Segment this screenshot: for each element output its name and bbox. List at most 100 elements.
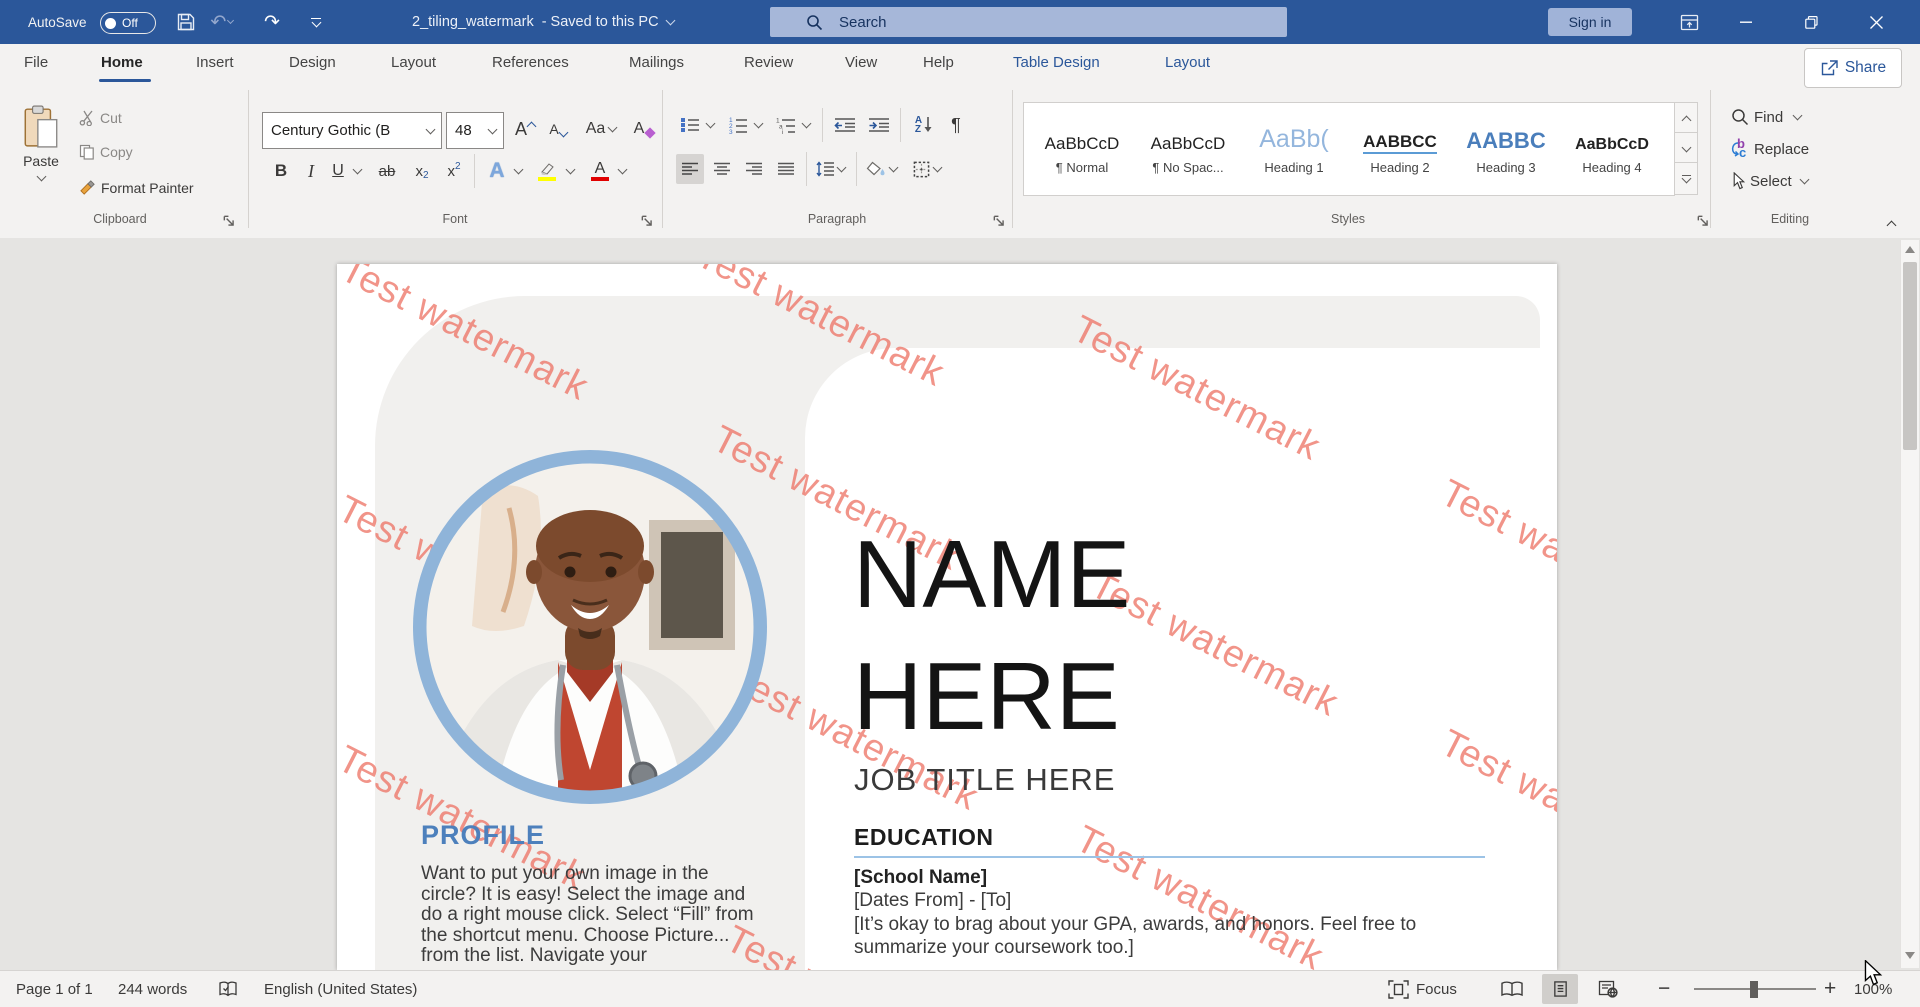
share-button[interactable]: Share [1804, 48, 1902, 88]
highlight-button[interactable] [532, 156, 562, 186]
web-layout-button[interactable] [1590, 974, 1626, 1004]
zoom-in-button[interactable]: + [1824, 971, 1836, 1007]
numbering-button[interactable]: 1 2 3 [724, 110, 752, 140]
tab-view[interactable]: View [845, 44, 877, 82]
change-case-button[interactable]: Aa [580, 114, 622, 144]
borders-button[interactable] [910, 154, 944, 184]
align-right-button[interactable] [740, 154, 768, 184]
tab-design[interactable]: Design [289, 44, 336, 82]
tab-file[interactable]: File [24, 44, 48, 82]
clear-formatting-button[interactable]: A [628, 114, 660, 144]
customize-quick-access-button[interactable] [300, 0, 332, 44]
font-dialog-launcher[interactable] [640, 214, 654, 228]
language-status[interactable]: English (United States) [264, 971, 417, 1007]
style-no-spacing[interactable]: AaBbCcD ¶ No Spac... [1138, 106, 1238, 188]
clipboard-dialog-launcher[interactable] [222, 214, 236, 228]
text-effects-dropdown[interactable] [512, 156, 525, 186]
numbering-dropdown[interactable] [752, 110, 765, 140]
scrollbar-thumb[interactable] [1903, 262, 1917, 450]
job-title[interactable]: JOB TITLE HERE [854, 762, 1116, 798]
multilevel-list-button[interactable]: 1 a i [772, 110, 800, 140]
sort-button[interactable]: AZ [908, 110, 940, 140]
tab-table-layout[interactable]: Layout [1165, 44, 1210, 82]
scroll-down-button[interactable] [1905, 952, 1915, 959]
format-painter-button[interactable]: Format Painter [76, 177, 197, 198]
decrease-indent-button[interactable] [830, 110, 860, 140]
text-effects-button[interactable]: A [482, 156, 512, 186]
tab-mailings[interactable]: Mailings [629, 44, 684, 82]
education-body[interactable]: [It’s okay to brag about your GPA, award… [854, 913, 1474, 959]
bold-button[interactable]: B [268, 156, 294, 186]
strikethrough-button[interactable]: ab [372, 156, 402, 186]
zoom-out-button[interactable]: − [1658, 971, 1670, 1007]
style-heading-3[interactable]: AABBC Heading 3 [1456, 106, 1556, 188]
underline-button[interactable]: U [326, 156, 350, 186]
undo-button[interactable]: ↶ [206, 0, 238, 44]
underline-dropdown[interactable] [350, 156, 364, 186]
page-number-status[interactable]: Page 1 of 1 [16, 971, 93, 1007]
replace-button[interactable]: b c Replace [1728, 138, 1812, 160]
zoom-slider-thumb[interactable] [1750, 981, 1758, 998]
highlight-dropdown[interactable] [564, 156, 577, 186]
bullets-dropdown[interactable] [704, 110, 717, 140]
select-button[interactable]: Select [1728, 170, 1811, 192]
tab-insert[interactable]: Insert [196, 44, 234, 82]
styles-gallery-expand-button[interactable] [1674, 162, 1698, 195]
line-spacing-button[interactable] [814, 154, 846, 184]
style-heading-2[interactable]: AABBCC Heading 2 [1350, 106, 1450, 188]
document-page[interactable]: Test watermark Test watermark Test water… [337, 264, 1557, 970]
justify-button[interactable] [772, 154, 800, 184]
collapse-ribbon-button[interactable] [1888, 216, 1895, 232]
restore-button[interactable] [1788, 0, 1834, 44]
school-name[interactable]: [School Name] [854, 867, 987, 889]
document-saved-state[interactable]: - Saved to this PC [542, 14, 659, 30]
sign-in-button[interactable]: Sign in [1548, 8, 1632, 36]
scroll-up-button[interactable] [1905, 246, 1915, 253]
print-layout-button[interactable] [1542, 974, 1578, 1004]
shrink-font-button[interactable]: A [544, 114, 572, 144]
read-mode-button[interactable] [1494, 974, 1530, 1004]
education-dates[interactable]: [Dates From] - [To] [854, 890, 1011, 912]
italic-button[interactable]: I [300, 156, 322, 186]
align-center-button[interactable] [708, 154, 736, 184]
styles-scroll-down-button[interactable] [1674, 132, 1698, 165]
font-color-button[interactable]: A [586, 156, 614, 186]
education-heading[interactable]: EDUCATION [854, 824, 994, 851]
grow-font-button[interactable]: A [510, 114, 540, 144]
minimize-button[interactable] [1723, 0, 1769, 44]
styles-scroll-up-button[interactable] [1674, 102, 1698, 135]
tab-references[interactable]: References [492, 44, 569, 82]
font-size-combobox[interactable]: 48 [446, 112, 504, 149]
multilevel-dropdown[interactable] [800, 110, 813, 140]
style-heading-4[interactable]: AaBbCcD Heading 4 [1562, 106, 1662, 188]
cut-button[interactable]: Cut [76, 108, 125, 128]
autosave-toggle[interactable]: Off [100, 12, 156, 34]
tab-layout[interactable]: Layout [391, 44, 436, 82]
tab-help[interactable]: Help [923, 44, 954, 82]
tab-home[interactable]: Home [101, 44, 143, 82]
vertical-scrollbar[interactable] [1900, 240, 1919, 968]
ribbon-display-options-button[interactable] [1666, 0, 1712, 44]
proofing-status-button[interactable] [218, 971, 238, 1007]
name-heading[interactable]: NAME HERE [853, 514, 1130, 758]
tab-review[interactable]: Review [744, 44, 793, 82]
zoom-level-button[interactable]: 100% [1854, 971, 1892, 1007]
shading-button[interactable] [864, 154, 898, 184]
profile-body[interactable]: Want to put your own image in the circle… [421, 864, 766, 967]
profile-heading[interactable]: PROFILE [421, 820, 545, 851]
profile-photo[interactable] [413, 450, 767, 804]
bullets-button[interactable] [676, 110, 704, 140]
subscript-button[interactable]: x 2 [408, 156, 436, 186]
font-name-combobox[interactable]: Century Gothic (B [262, 112, 442, 149]
styles-dialog-launcher[interactable] [1696, 214, 1710, 228]
find-button[interactable]: Find [1728, 106, 1804, 128]
align-left-button[interactable] [676, 154, 704, 184]
superscript-button[interactable]: x 2 [440, 156, 468, 186]
search-input[interactable]: Search [770, 7, 1287, 37]
paste-button[interactable]: Paste [12, 105, 70, 201]
focus-mode-button[interactable]: Focus [1388, 971, 1457, 1007]
copy-button[interactable]: Copy [76, 142, 136, 162]
increase-indent-button[interactable] [864, 110, 894, 140]
save-button[interactable] [170, 0, 202, 44]
redo-button[interactable]: ↷ [256, 0, 288, 44]
